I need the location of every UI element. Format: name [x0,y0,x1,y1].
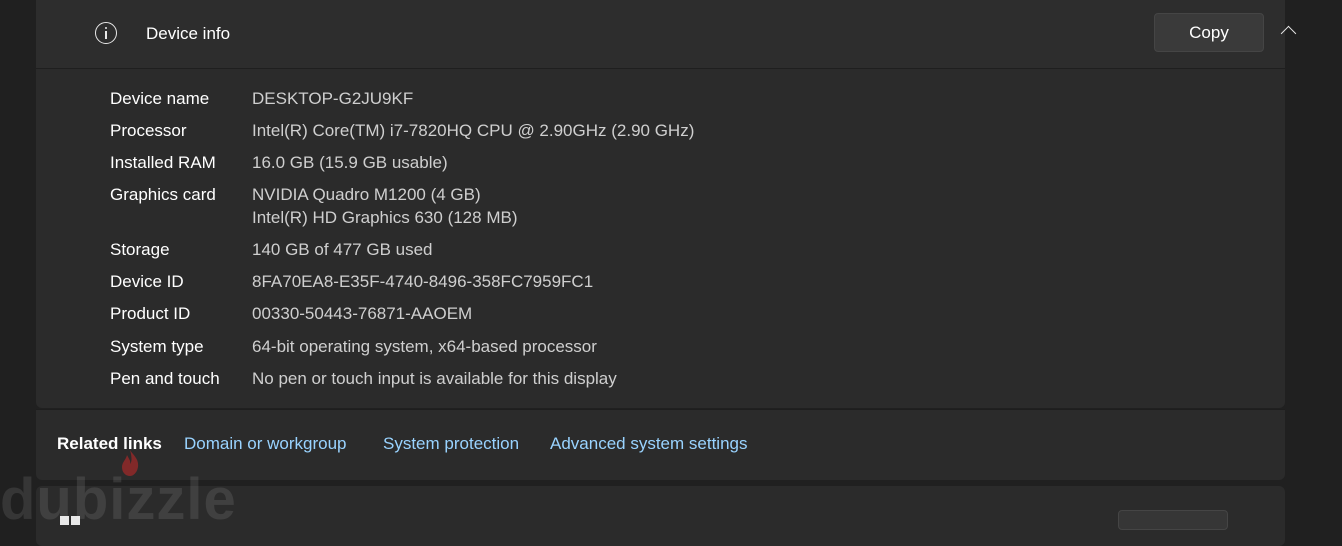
spec-value-device-id: 8FA70EA8-E35F-4740-8496-358FC7959FC1 [252,272,594,291]
spec-value-storage: 140 GB of 477 GB used [252,240,433,259]
domain-or-workgroup-link[interactable]: Domain or workgroup [184,434,347,454]
spec-value-graphics-card-2: Intel(R) HD Graphics 630 (128 MB) [252,208,518,227]
chevron-up-icon[interactable] [1280,25,1297,42]
device-info-card: Device info Copy [36,0,1297,408]
spec-value-product-id: 00330-50443-76871-AAOEM [252,304,473,323]
spec-label-product-id: Product ID [110,304,191,323]
spec-label-device-name: Device name [110,89,210,108]
info-icon [95,22,117,44]
spec-label-storage: Storage [110,240,170,259]
copy-button[interactable]: Copy [1154,13,1264,52]
spec-label-processor: Processor [110,121,187,140]
system-protection-link[interactable]: System protection [383,434,519,454]
spec-value-processor: Intel(R) Core(TM) i7-7820HQ CPU @ 2.90GH… [252,121,695,140]
related-links-title: Related links [57,434,162,453]
section-title: Device info [146,24,231,43]
copy-button-partial[interactable] [1118,510,1228,530]
device-info-header[interactable]: Device info Copy [36,0,1297,69]
spec-label-system-type: System type [110,337,204,356]
spec-label-installed-ram: Installed RAM [110,153,216,172]
spec-value-installed-ram: 16.0 GB (15.9 GB usable) [252,153,448,172]
spec-label-graphics-card: Graphics card [110,185,216,204]
advanced-system-settings-link[interactable]: Advanced system settings [550,434,747,454]
spec-value-graphics-card-1: NVIDIA Quadro M1200 (4 GB) [252,185,481,204]
spec-label-device-id: Device ID [110,272,184,291]
spec-value-pen-and-touch: No pen or touch input is available for t… [252,369,617,388]
spec-label-pen-and-touch: Pen and touch [110,369,220,388]
flame-icon [122,450,139,476]
spec-value-system-type: 64-bit operating system, x64-based proce… [252,337,597,356]
spec-value-device-name: DESKTOP-G2JU9KF [252,89,414,108]
